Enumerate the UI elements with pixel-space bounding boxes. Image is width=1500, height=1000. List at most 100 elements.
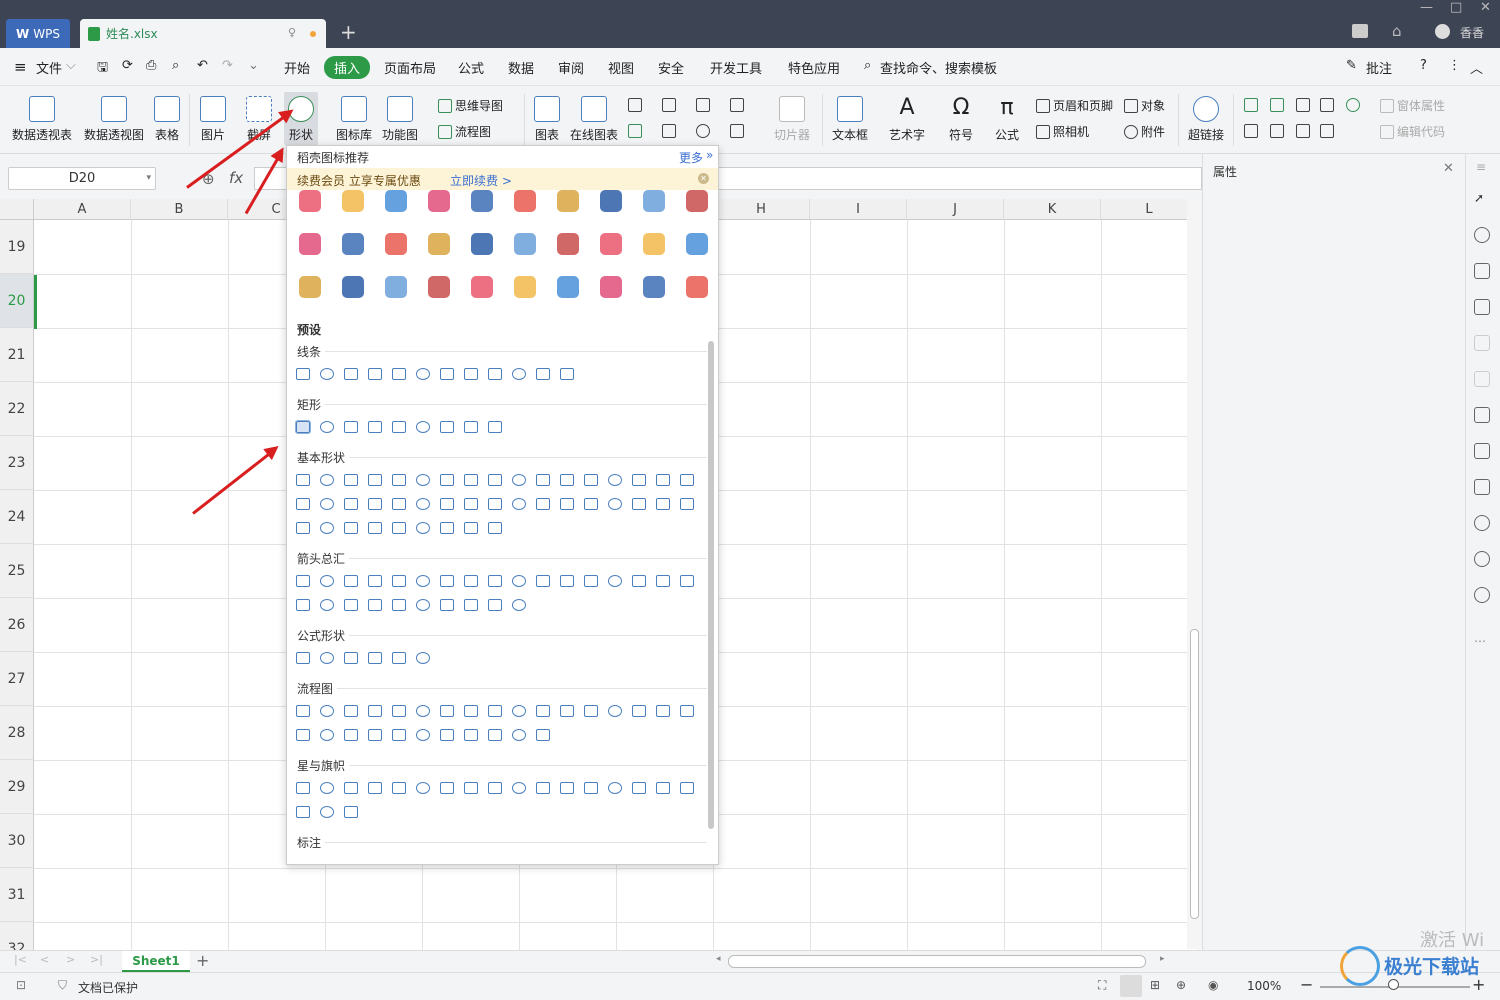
shape-option[interactable] <box>464 474 478 486</box>
shape-option[interactable] <box>560 705 574 717</box>
shape-option[interactable] <box>632 474 646 486</box>
shape-option[interactable] <box>344 729 358 741</box>
shape-option[interactable] <box>440 729 454 741</box>
shape-option[interactable] <box>296 474 310 486</box>
close-window-icon[interactable]: ✕ <box>1480 0 1491 15</box>
shape-option[interactable] <box>656 705 670 717</box>
recommended-icon[interactable] <box>600 233 622 255</box>
column-header[interactable]: J <box>907 199 1004 220</box>
shape-option[interactable] <box>656 498 670 510</box>
shape-option[interactable] <box>536 474 550 486</box>
recommended-icon[interactable] <box>428 190 450 212</box>
recommended-icon[interactable] <box>686 276 708 298</box>
shape-option[interactable] <box>320 599 334 611</box>
column-header[interactable]: I <box>810 199 907 220</box>
more-options-icon[interactable]: ⋮ <box>1448 58 1461 73</box>
shape-option[interactable] <box>680 575 694 587</box>
bar-chart-h-icon[interactable] <box>662 98 676 112</box>
sidebar-more-icon[interactable]: ⋯ <box>1474 634 1486 648</box>
shape-option[interactable] <box>368 599 382 611</box>
minimize-icon[interactable]: — <box>1420 0 1433 15</box>
shape-option[interactable] <box>608 498 622 510</box>
recommended-icon[interactable] <box>299 190 321 212</box>
menu-view[interactable]: 视图 <box>608 58 634 77</box>
print-preview-icon[interactable]: ⌕ <box>172 58 179 73</box>
shape-option[interactable] <box>368 652 382 664</box>
row-header[interactable]: 27 <box>0 652 34 706</box>
recommended-icon[interactable] <box>299 233 321 255</box>
hyperlink-button[interactable]: 超链接 <box>1188 96 1224 143</box>
form-label-icon[interactable] <box>1244 98 1258 112</box>
line-chart-icon[interactable] <box>696 98 710 112</box>
shape-option[interactable] <box>368 421 382 433</box>
sidebar-menu-icon[interactable]: ≡ <box>1476 160 1486 174</box>
shape-option[interactable] <box>344 575 358 587</box>
menu-file[interactable]: 文件 <box>36 58 62 77</box>
shape-option[interactable] <box>344 599 358 611</box>
sheet-nav-prev-icon[interactable]: < <box>40 953 49 966</box>
shape-option[interactable] <box>320 368 334 380</box>
shape-option[interactable] <box>632 705 646 717</box>
recommended-icon[interactable] <box>643 233 665 255</box>
chevron-down-icon[interactable]: ⌵ <box>66 58 76 73</box>
shape-option[interactable] <box>344 705 358 717</box>
picture-button[interactable]: 图片 <box>200 96 226 143</box>
shape-option[interactable] <box>344 368 358 380</box>
shape-option[interactable] <box>608 474 622 486</box>
shape-option[interactable] <box>344 522 358 534</box>
shape-option[interactable] <box>296 652 310 664</box>
shape-option[interactable] <box>608 575 622 587</box>
shape-option[interactable] <box>488 368 502 380</box>
shape-option[interactable] <box>512 599 526 611</box>
row-header[interactable]: 24 <box>0 490 34 544</box>
shape-option[interactable] <box>296 705 310 717</box>
collapse-ribbon-icon[interactable]: ︿ <box>1470 58 1483 77</box>
recommended-icon[interactable] <box>385 276 407 298</box>
shape-option[interactable] <box>440 368 454 380</box>
shape-option[interactable] <box>320 474 334 486</box>
shape-option[interactable] <box>464 729 478 741</box>
pin-icon[interactable]: ♀ <box>288 26 296 39</box>
recommended-icon[interactable] <box>428 233 450 255</box>
horizontal-scroll-thumb[interactable] <box>728 955 1146 968</box>
shape-option[interactable] <box>536 705 550 717</box>
vertical-scroll-thumb[interactable] <box>1190 629 1199 919</box>
shape-option[interactable] <box>488 599 502 611</box>
shape-option[interactable] <box>656 782 670 794</box>
shape-option[interactable] <box>440 522 454 534</box>
shape-option[interactable] <box>344 652 358 664</box>
shape-option[interactable] <box>368 498 382 510</box>
shape-option[interactable] <box>536 729 550 741</box>
shape-option[interactable] <box>320 806 334 818</box>
shape-option[interactable] <box>296 522 310 534</box>
menu-insert[interactable]: 插入 <box>324 56 371 79</box>
shape-option[interactable] <box>440 474 454 486</box>
shape-option[interactable] <box>296 806 310 818</box>
shape-option[interactable] <box>368 782 382 794</box>
close-banner-icon[interactable]: ✕ <box>698 173 709 184</box>
attachment-button[interactable]: 附件 <box>1124 123 1165 140</box>
shape-option[interactable] <box>680 498 694 510</box>
panel-title[interactable]: 属性 <box>1213 163 1237 180</box>
shape-option[interactable] <box>416 705 430 717</box>
zoom-slider-handle[interactable] <box>1388 979 1399 990</box>
menu-formula[interactable]: 公式 <box>458 58 484 77</box>
shape-option[interactable] <box>560 474 574 486</box>
shape-option[interactable] <box>560 498 574 510</box>
row-header[interactable]: 19 <box>0 220 34 274</box>
shape-option[interactable] <box>440 705 454 717</box>
shape-option[interactable] <box>392 729 406 741</box>
style-panel-icon[interactable] <box>1474 263 1490 279</box>
shape-option[interactable] <box>392 474 406 486</box>
shape-option[interactable] <box>368 522 382 534</box>
shape-option[interactable] <box>536 498 550 510</box>
recommended-icon[interactable] <box>686 190 708 212</box>
shape-option[interactable] <box>392 498 406 510</box>
pivot-chart-button[interactable]: 数据透视图 <box>84 96 144 143</box>
shape-option[interactable] <box>296 782 310 794</box>
shape-option[interactable] <box>320 522 334 534</box>
shape-option[interactable] <box>320 782 334 794</box>
shape-option[interactable] <box>296 599 310 611</box>
shape-option[interactable] <box>320 498 334 510</box>
close-panel-icon[interactable]: ✕ <box>1443 161 1454 176</box>
